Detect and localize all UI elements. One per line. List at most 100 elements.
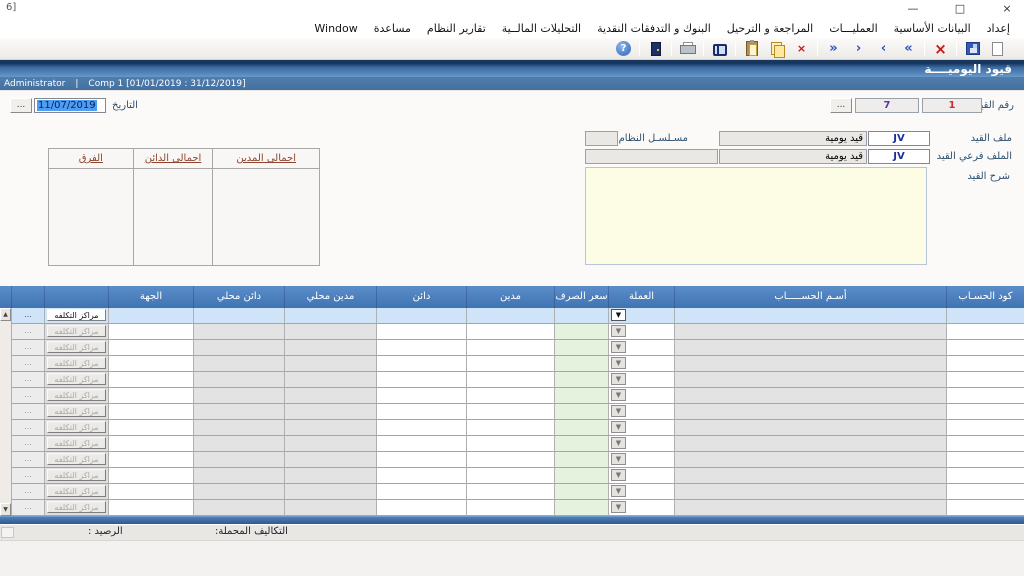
cell-rate[interactable] xyxy=(554,484,608,500)
cell-credit[interactable] xyxy=(376,308,466,324)
cell-code[interactable] xyxy=(946,324,1024,340)
cell-debit[interactable] xyxy=(466,452,554,468)
currency-dropdown-button[interactable]: ▼ xyxy=(611,309,626,321)
cell-credit[interactable] xyxy=(376,468,466,484)
help-button[interactable]: ? xyxy=(611,39,636,59)
cell-name[interactable] xyxy=(674,324,946,340)
delete-button[interactable]: × xyxy=(928,39,953,59)
cell-debit[interactable] xyxy=(466,372,554,388)
cell-debit_local[interactable] xyxy=(284,308,376,324)
grid-vertical-scrollbar[interactable]: ▲ ▼ xyxy=(0,308,11,516)
cell-credit[interactable] xyxy=(376,452,466,468)
cell-currency[interactable]: ▼ xyxy=(608,340,674,356)
exit-button[interactable] xyxy=(643,39,668,59)
copy-button[interactable] xyxy=(764,39,789,59)
cell-debit[interactable] xyxy=(466,404,554,420)
cell-rate[interactable] xyxy=(554,388,608,404)
cell-entity[interactable] xyxy=(108,340,193,356)
row-browse-cell[interactable]: ... xyxy=(11,308,44,324)
cell-debit[interactable] xyxy=(466,308,554,324)
nav-next-button[interactable]: › xyxy=(871,39,896,59)
cell-rate[interactable] xyxy=(554,308,608,324)
cell-credit_local[interactable] xyxy=(193,356,284,372)
close-button[interactable]: × xyxy=(1000,1,1014,16)
currency-dropdown-button[interactable]: ▼ xyxy=(611,501,626,513)
cell-debit_local[interactable] xyxy=(284,404,376,420)
cell-currency[interactable]: ▼ xyxy=(608,324,674,340)
menu-item[interactable]: تقارير النظام xyxy=(419,20,494,37)
cell-debit_local[interactable] xyxy=(284,324,376,340)
cost-centers-button[interactable]: مراكز التكلفه xyxy=(47,485,106,497)
row-browse-cell[interactable]: ... xyxy=(11,420,44,436)
entry-number-field[interactable]: 1 xyxy=(922,98,982,113)
cost-centers-button[interactable]: مراكز التكلفه xyxy=(47,373,106,385)
cell-rate[interactable] xyxy=(554,404,608,420)
cell-code[interactable] xyxy=(946,468,1024,484)
cell-rate[interactable] xyxy=(554,372,608,388)
column-header-name[interactable]: أسـم الحســـــاب xyxy=(674,286,946,308)
find-button[interactable] xyxy=(707,39,732,59)
nav-first-button[interactable]: « xyxy=(821,39,846,59)
print-button[interactable] xyxy=(675,39,700,59)
cell-rate[interactable] xyxy=(554,436,608,452)
cell-debit[interactable] xyxy=(466,324,554,340)
cell-name[interactable] xyxy=(674,468,946,484)
cost-centers-button[interactable]: مراكز التكلفه xyxy=(47,357,106,369)
cell-cost_centers[interactable]: مراكز التكلفه xyxy=(44,404,108,420)
cell-currency[interactable]: ▼ xyxy=(608,436,674,452)
cell-debit[interactable] xyxy=(466,340,554,356)
entry-description-input[interactable] xyxy=(585,167,927,265)
cell-name[interactable] xyxy=(674,452,946,468)
cell-rate[interactable] xyxy=(554,500,608,516)
cell-name[interactable] xyxy=(674,484,946,500)
cell-cost_centers[interactable]: مراكز التكلفه xyxy=(44,452,108,468)
cell-currency[interactable]: ▼ xyxy=(608,404,674,420)
cell-currency[interactable]: ▼ xyxy=(608,452,674,468)
cell-entity[interactable] xyxy=(108,372,193,388)
cell-credit[interactable] xyxy=(376,500,466,516)
cost-centers-button[interactable]: مراكز التكلفه xyxy=(47,341,106,353)
cell-credit_local[interactable] xyxy=(193,340,284,356)
menu-item[interactable]: المراجعة و الترحيل xyxy=(719,20,821,37)
cell-code[interactable] xyxy=(946,372,1024,388)
menu-item[interactable]: التحليلات المالــية xyxy=(494,20,589,37)
cell-code[interactable] xyxy=(946,436,1024,452)
menu-item[interactable]: البنوك و التدفقات النقدية xyxy=(589,20,719,37)
cell-debit[interactable] xyxy=(466,436,554,452)
entry-subfile-code-field[interactable]: JV xyxy=(868,149,930,164)
cell-credit[interactable] xyxy=(376,436,466,452)
cell-name[interactable] xyxy=(674,356,946,372)
cell-debit[interactable] xyxy=(466,468,554,484)
date-browse-button[interactable]: ... xyxy=(10,98,32,113)
cell-entity[interactable] xyxy=(108,388,193,404)
cell-credit_local[interactable] xyxy=(193,372,284,388)
cell-name[interactable] xyxy=(674,404,946,420)
cell-cost_centers[interactable]: مراكز التكلفه xyxy=(44,484,108,500)
cell-credit_local[interactable] xyxy=(193,484,284,500)
cell-name[interactable] xyxy=(674,500,946,516)
cell-currency[interactable]: ▼ xyxy=(608,308,674,324)
row-browse-cell[interactable]: ... xyxy=(11,436,44,452)
cell-cost_centers[interactable]: مراكز التكلفه xyxy=(44,372,108,388)
cell-credit[interactable] xyxy=(376,420,466,436)
cost-centers-button[interactable]: مراكز التكلفه xyxy=(47,501,106,513)
row-browse-cell[interactable]: ... xyxy=(11,340,44,356)
cell-entity[interactable] xyxy=(108,356,193,372)
cell-entity[interactable] xyxy=(108,420,193,436)
cell-credit[interactable] xyxy=(376,340,466,356)
currency-dropdown-button[interactable]: ▼ xyxy=(611,405,626,417)
cell-debit_local[interactable] xyxy=(284,436,376,452)
cell-rate[interactable] xyxy=(554,468,608,484)
cell-currency[interactable]: ▼ xyxy=(608,420,674,436)
cell-credit_local[interactable] xyxy=(193,404,284,420)
paste-button[interactable] xyxy=(739,39,764,59)
currency-dropdown-button[interactable]: ▼ xyxy=(611,421,626,433)
row-browse-cell[interactable]: ... xyxy=(11,388,44,404)
cell-debit_local[interactable] xyxy=(284,484,376,500)
cell-name[interactable] xyxy=(674,340,946,356)
cell-code[interactable] xyxy=(946,500,1024,516)
minimize-button[interactable]: — xyxy=(906,1,920,16)
save-button[interactable] xyxy=(960,39,985,59)
cell-code[interactable] xyxy=(946,356,1024,372)
maximize-button[interactable]: □ xyxy=(953,1,967,16)
